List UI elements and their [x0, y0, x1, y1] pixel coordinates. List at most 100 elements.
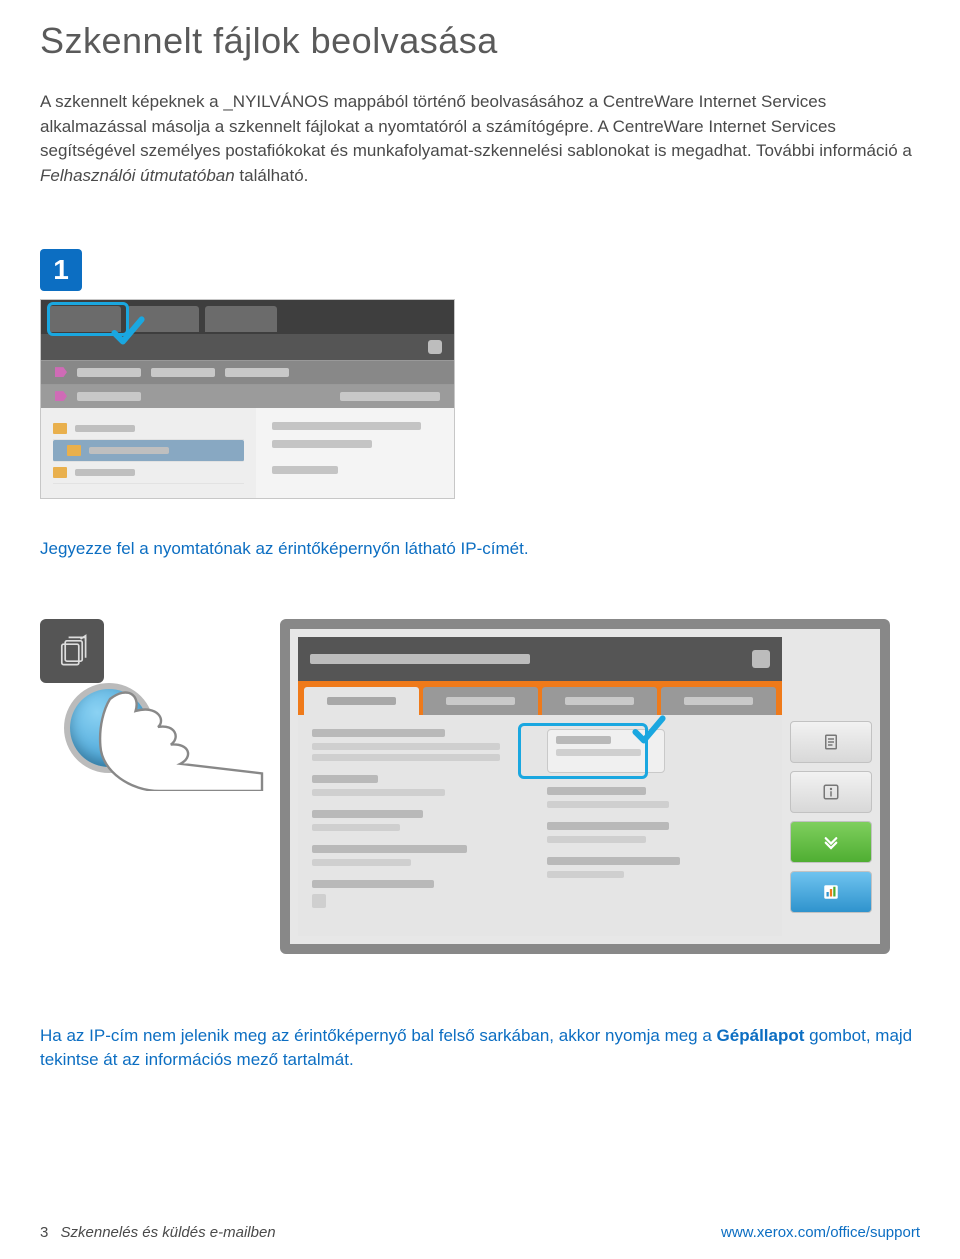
content-line — [272, 466, 339, 474]
crumb-item — [151, 368, 215, 377]
info-field — [547, 822, 768, 843]
touchpanel-tab[interactable] — [661, 687, 776, 715]
info-field — [312, 775, 533, 796]
touchpanel-body — [298, 715, 782, 936]
side-button-info[interactable] — [790, 771, 872, 813]
field-value — [312, 859, 411, 866]
arrow-icon — [55, 367, 67, 377]
field-label — [312, 845, 467, 853]
field-label — [312, 775, 378, 783]
folder-icon — [53, 467, 67, 478]
info-field — [312, 810, 533, 831]
content-line — [272, 440, 372, 448]
field-value — [547, 801, 669, 808]
info-field — [312, 880, 533, 908]
touchpanel-col-left — [312, 729, 533, 922]
field-value — [556, 749, 641, 756]
webui-illustration — [40, 299, 455, 499]
webui-breadcrumb — [41, 360, 454, 384]
folder-icon — [67, 445, 81, 456]
touchpanel-header — [298, 637, 782, 681]
webui-body — [41, 408, 454, 498]
touchpanel-tab-active[interactable] — [304, 687, 419, 715]
touchpanel-figure — [40, 619, 920, 954]
touchpanel-title — [310, 654, 530, 664]
info-field — [547, 857, 768, 878]
webui-sidebar — [41, 408, 256, 498]
hand-pointer-icon — [84, 671, 264, 791]
document-icon — [821, 733, 841, 751]
step-number-badge: 1 — [40, 249, 82, 291]
field-value — [547, 871, 624, 878]
help-icon[interactable] — [752, 650, 770, 668]
field-value — [312, 894, 326, 908]
webui-subheader — [41, 384, 454, 408]
side-button-down[interactable] — [790, 821, 872, 863]
step2-note: Ha az IP-cím nem jelenik meg az érintőké… — [40, 1024, 920, 1073]
sidebar-label — [75, 469, 135, 476]
field-value — [312, 824, 400, 831]
footer-link[interactable]: www.xerox.com/office/support — [721, 1224, 920, 1241]
info-field — [312, 729, 533, 761]
step1-note: Jegyezze fel a nyomtatónak az érintőképe… — [40, 539, 920, 559]
sidebar-row-selected[interactable] — [53, 440, 244, 462]
intro-text-1: A szkennelt képeknek a _NYILVÁNOS mappáb… — [40, 92, 912, 160]
chevron-down-icon — [821, 833, 841, 851]
tab-label — [565, 697, 634, 705]
touchpanel-side-buttons — [790, 637, 872, 936]
user-icon — [428, 340, 442, 354]
webui-toolbar — [41, 334, 454, 360]
touchpanel-tab-bar — [298, 681, 782, 715]
field-label — [547, 787, 646, 795]
side-button-document[interactable] — [790, 721, 872, 763]
webui-main — [256, 408, 454, 498]
field-label — [556, 736, 611, 744]
folder-icon — [53, 423, 67, 434]
note2-bold: Gépállapot — [717, 1026, 805, 1045]
sidebar-row[interactable] — [53, 462, 244, 484]
field-label — [547, 857, 680, 865]
touchpanel-illustration — [280, 619, 890, 954]
sidebar-row[interactable] — [53, 418, 244, 440]
crumb-item — [225, 368, 289, 377]
intro-paragraph: A szkennelt képeknek a _NYILVÁNOS mappáb… — [40, 90, 920, 189]
arrow-icon — [55, 391, 67, 401]
doc-stack-icon — [55, 634, 89, 668]
sidebar-label — [89, 447, 169, 454]
sidebar-label — [75, 425, 135, 432]
footer-right: www.xerox.com/office/support — [721, 1224, 920, 1241]
page-title: Szkennelt fájlok beolvasása — [40, 20, 920, 62]
field-value — [312, 754, 500, 761]
content-line — [272, 422, 422, 430]
intro-italic: Felhasználói útmutatóban — [40, 166, 235, 185]
footer-page-number: 3 — [40, 1224, 48, 1241]
check-icon — [632, 715, 666, 749]
tab-label — [446, 697, 515, 705]
check-icon — [111, 316, 145, 350]
touchpanel-tab[interactable] — [542, 687, 657, 715]
footer-section: Szkennelés és küldés e-mailben — [61, 1224, 276, 1241]
field-value — [312, 743, 500, 750]
crumb-item — [340, 392, 440, 401]
field-label — [312, 729, 445, 737]
info-field — [547, 787, 768, 808]
touchpanel-tab[interactable] — [423, 687, 538, 715]
page-footer: 3 Szkennelés és küldés e-mailben www.xer… — [40, 1224, 920, 1241]
chart-icon — [821, 883, 841, 901]
field-value — [547, 836, 646, 843]
info-field — [312, 845, 533, 866]
crumb-item — [77, 392, 141, 401]
side-button-chart[interactable] — [790, 871, 872, 913]
touchpanel-main — [298, 637, 782, 936]
hardware-button-illustration — [40, 619, 240, 819]
touchpanel-col-right — [547, 729, 768, 922]
info-icon — [821, 783, 841, 801]
webui-tab-bar — [41, 300, 454, 334]
webui-tab[interactable] — [205, 306, 277, 332]
note2-text-1: Ha az IP-cím nem jelenik meg az érintőké… — [40, 1026, 717, 1045]
footer-left: 3 Szkennelés és küldés e-mailben — [40, 1224, 276, 1241]
tab-label — [327, 697, 396, 705]
crumb-item — [77, 368, 141, 377]
field-label — [312, 810, 423, 818]
intro-text-2: található. — [235, 166, 309, 185]
